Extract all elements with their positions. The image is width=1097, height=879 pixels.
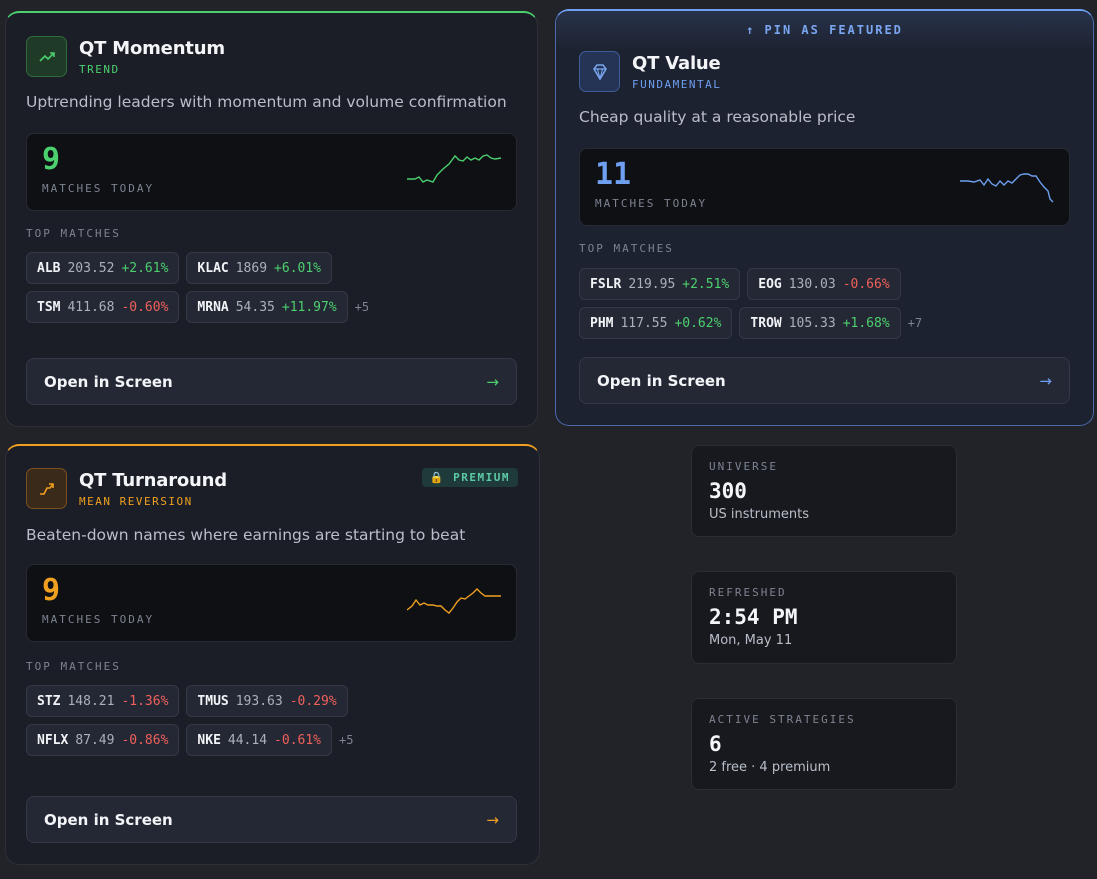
stat-value: 2:54 PM (709, 605, 798, 629)
strategy-card-momentum: QT Momentum TREND Uptrending leaders wit… (5, 11, 538, 427)
match-label: MATCHES TODAY (42, 182, 155, 195)
match-summary: 11 MATCHES TODAY (579, 148, 1070, 226)
match-chip[interactable]: NFLX 87.49 -0.86% (26, 724, 180, 756)
open-in-screen-button[interactable]: Open in Screen → (26, 796, 517, 843)
stat-sub: 2 free · 4 premium (709, 760, 831, 775)
card-header: QT Turnaround MEAN REVERSION (26, 468, 227, 509)
top-matches-label: TOP MATCHES (26, 227, 121, 240)
match-chip[interactable]: MRNA 54.35 +11.97% (186, 291, 348, 323)
match-label: MATCHES TODAY (42, 613, 155, 626)
match-chip[interactable]: PHM 117.55 +0.62% (579, 307, 733, 339)
match-summary: 9 MATCHES TODAY (26, 133, 517, 211)
top-matches-label: TOP MATCHES (579, 242, 674, 255)
diamond-icon (579, 51, 620, 92)
reversal-arrow-icon (26, 468, 67, 509)
match-chip[interactable]: TROW 105.33 +1.68% (739, 307, 901, 339)
match-chip[interactable]: STZ 148.21 -1.36% (26, 685, 180, 717)
card-title: QT Turnaround (79, 469, 227, 491)
stat-active-strategies: ACTIVE STRATEGIES 6 2 free · 4 premium (691, 698, 957, 790)
stat-label: UNIVERSE (709, 460, 778, 473)
card-header: QT Value FUNDAMENTAL (579, 51, 721, 92)
card-description: Cheap quality at a reasonable price (579, 108, 856, 126)
stat-label: REFRESHED (709, 586, 787, 599)
card-description: Uptrending leaders with momentum and vol… (26, 93, 507, 111)
open-in-screen-button[interactable]: Open in Screen → (26, 358, 517, 405)
card-title: QT Momentum (79, 37, 225, 59)
stat-sub: Mon, May 11 (709, 633, 793, 648)
match-chip[interactable]: KLAC 1869 +6.01% (186, 252, 333, 284)
button-label: Open in Screen (44, 810, 173, 829)
match-chips: STZ 148.21 -1.36% TMUS 193.63 -0.29% NFLX 87.… (26, 685, 401, 756)
arrow-right-icon: → (1039, 371, 1052, 390)
more-matches-count[interactable]: +5 (339, 733, 353, 747)
match-chip[interactable]: EOG 130.03 -0.66% (747, 268, 901, 300)
stat-value: 300 (709, 479, 747, 503)
match-chip[interactable]: NKE 44.14 -0.61% (186, 724, 333, 756)
match-chip[interactable]: TSM 411.68 -0.60% (26, 291, 180, 323)
arrow-right-icon: → (486, 372, 499, 391)
premium-badge: 🔒 PREMIUM (421, 468, 518, 487)
open-in-screen-button[interactable]: Open in Screen → (579, 357, 1070, 404)
card-tag: FUNDAMENTAL (632, 77, 722, 91)
match-chips: ALB 203.52 +2.61% KLAC 1869 +6.01% TSM 411.68… (26, 252, 401, 323)
stat-value: 6 (709, 732, 722, 756)
pin-as-featured-button[interactable]: ↑ PIN AS FEATURED (556, 11, 1093, 51)
match-chip[interactable]: ALB 203.52 +2.61% (26, 252, 180, 284)
match-count: 9 (42, 573, 61, 608)
stat-refreshed: REFRESHED 2:54 PM Mon, May 11 (691, 571, 957, 664)
button-label: Open in Screen (597, 371, 726, 390)
match-count: 9 (42, 142, 61, 177)
arrow-right-icon: → (486, 810, 499, 829)
stat-label: ACTIVE STRATEGIES (709, 713, 856, 726)
button-label: Open in Screen (44, 372, 173, 391)
strategy-card-turnaround: QT Turnaround MEAN REVERSION 🔒 PREMIUM B… (5, 444, 540, 865)
card-tag: MEAN REVERSION (79, 494, 193, 508)
card-header: QT Momentum TREND (26, 36, 225, 77)
trending-up-icon (26, 36, 67, 77)
card-description: Beaten-down names where earnings are sta… (26, 526, 466, 544)
match-chip[interactable]: TMUS 193.63 -0.29% (186, 685, 348, 717)
stat-universe: UNIVERSE 300 US instruments (691, 445, 957, 537)
stat-sub: US instruments (709, 507, 809, 522)
match-chips: FSLR 219.95 +2.51% EOG 130.03 -0.66% PHM 117.… (579, 268, 959, 339)
more-matches-count[interactable]: +7 (908, 316, 922, 330)
card-tag: TREND (79, 62, 120, 76)
match-chip[interactable]: FSLR 219.95 +2.51% (579, 268, 741, 300)
sparkline (960, 173, 1054, 203)
card-title: QT Value (632, 52, 721, 74)
match-count: 11 (595, 157, 632, 192)
match-summary: 9 MATCHES TODAY (26, 564, 517, 642)
match-label: MATCHES TODAY (595, 197, 708, 210)
sparkline (407, 154, 502, 183)
top-matches-label: TOP MATCHES (26, 660, 121, 673)
strategy-card-value: ↑ PIN AS FEATURED QT Value FUNDAMENTAL C… (555, 9, 1094, 426)
sparkline (407, 588, 501, 614)
more-matches-count[interactable]: +5 (355, 300, 369, 314)
